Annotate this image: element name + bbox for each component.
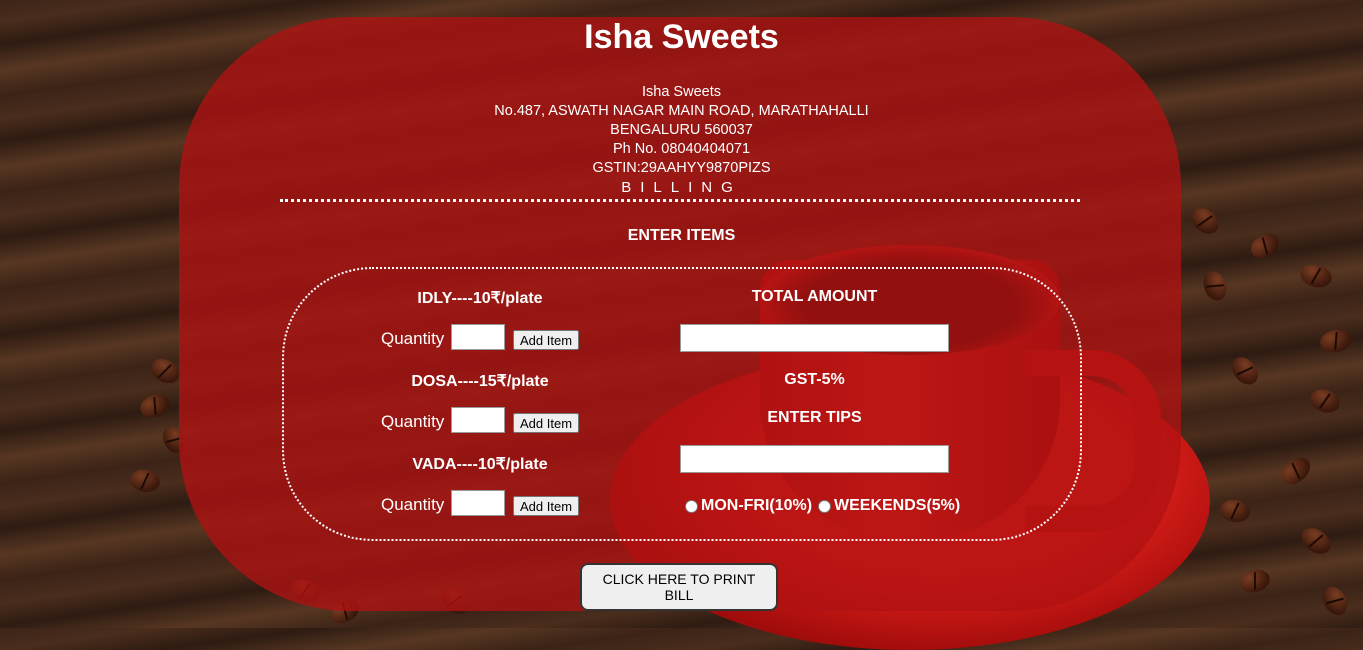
vada-label: VADA----10₹/plate xyxy=(412,456,548,473)
total-amount-input[interactable] xyxy=(680,324,949,352)
radio-icon[interactable] xyxy=(818,499,831,513)
divider xyxy=(280,199,1080,202)
shop-address: Isha Sweets No.487, ASWATH NAGAR MAIN RO… xyxy=(0,83,1363,178)
dosa-label: DOSA----15₹/plate xyxy=(411,373,549,390)
enter-tips-label: ENTER TIPS xyxy=(767,409,862,426)
address-line: GSTIN:29AAHYY9870PIZS xyxy=(592,160,771,176)
total-amount-label: TOTAL AMOUNT xyxy=(751,288,878,305)
address-line: BENGALURU 560037 xyxy=(610,122,753,138)
tip-weekend-label: WEEKENDS(5%) xyxy=(834,497,961,514)
radio-icon[interactable] xyxy=(685,499,698,513)
tip-weekday-label: MON-FRI(10%) xyxy=(701,497,813,514)
address-line: No.487, ASWATH NAGAR MAIN ROAD, MARATHAH… xyxy=(494,103,869,119)
address-line: Isha Sweets xyxy=(642,84,721,100)
quantity-label: Quantity xyxy=(381,412,445,431)
billing-heading: BILLING xyxy=(621,179,742,196)
print-bill-button[interactable]: CLICK HERE TO PRINT BILL xyxy=(580,563,778,611)
add-vada-button[interactable]: Add Item xyxy=(513,496,580,516)
page-title: Isha Sweets xyxy=(584,18,779,56)
tip-weekend-radio[interactable]: WEEKENDS(5%) xyxy=(818,497,960,515)
dosa-quantity-input[interactable] xyxy=(451,407,505,433)
address-line: Ph No. 08040404071 xyxy=(612,141,751,157)
add-dosa-button[interactable]: Add Item xyxy=(513,413,580,433)
quantity-label: Quantity xyxy=(381,495,445,514)
tips-input[interactable] xyxy=(680,445,949,473)
add-idly-button[interactable]: Add Item xyxy=(513,330,580,350)
idly-quantity-input[interactable] xyxy=(451,324,505,350)
quantity-label: Quantity xyxy=(381,329,445,348)
vada-quantity-input[interactable] xyxy=(451,490,505,516)
enter-items-heading: ENTER ITEMS xyxy=(627,227,736,244)
gst-label: GST-5% xyxy=(784,371,845,388)
idly-label: IDLY----10₹/plate xyxy=(417,290,543,307)
tip-weekday-radio[interactable]: MON-FRI(10%) xyxy=(685,497,812,515)
